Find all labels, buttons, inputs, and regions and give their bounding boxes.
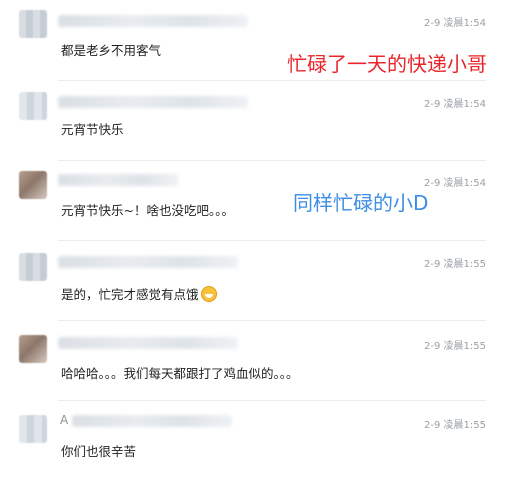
comment-item: 2-9 凌晨1:54 元宵节快乐~！啥也没吃吧。。。 — [0, 161, 512, 240]
comment-time: 2-9 凌晨1:54 — [424, 99, 486, 110]
username-initial[interactable]: A — [60, 413, 68, 427]
comment-text: 你们也很辛苦 — [61, 444, 137, 459]
comment-text-content: 是的，忙完才感觉有点饿 — [61, 287, 199, 302]
comment-text: 是的，忙完才感觉有点饿 — [61, 284, 217, 303]
comment-item: A 2-9 凌晨1:55 你们也很辛苦 — [0, 401, 512, 480]
username-blurred[interactable] — [58, 96, 248, 108]
annotation-red: 忙碌了一天的快递小哥 — [287, 52, 487, 76]
avatar[interactable] — [19, 335, 47, 363]
comment-time: 2-9 凌晨1:54 — [424, 18, 486, 29]
avatar[interactable] — [19, 92, 47, 120]
comment-time: 2-9 凌晨1:54 — [424, 178, 486, 189]
username-blurred[interactable] — [72, 415, 232, 427]
avatar[interactable] — [19, 415, 47, 443]
username-blurred[interactable] — [58, 174, 178, 186]
comment-text: 都是老乡不用客气 — [61, 43, 162, 58]
username-blurred[interactable] — [58, 256, 238, 268]
avatar[interactable] — [19, 10, 47, 38]
annotation-blue: 同样忙碌的小D — [293, 191, 429, 215]
username-blurred[interactable] — [58, 337, 238, 349]
comment-item: 2-9 凌晨1:55 是的，忙完才感觉有点饿 — [0, 241, 512, 320]
comment-text: 元宵节快乐 — [61, 122, 124, 137]
comment-item: 2-9 凌晨1:54 元宵节快乐 — [0, 81, 512, 160]
username-blurred[interactable] — [58, 15, 248, 27]
comment-text: 元宵节快乐~！啥也没吃吧。。。 — [61, 203, 234, 218]
comment-time: 2-9 凌晨1:55 — [424, 259, 486, 270]
laughing-crying-emoji-icon — [200, 286, 217, 302]
comment-time: 2-9 凌晨1:55 — [424, 420, 486, 431]
comment-text: 哈哈哈。。。我们每天都跟打了鸡血似的。。。 — [61, 366, 299, 381]
avatar[interactable] — [19, 253, 47, 281]
comment-time: 2-9 凌晨1:55 — [424, 341, 486, 352]
comment-item: 2-9 凌晨1:55 哈哈哈。。。我们每天都跟打了鸡血似的。。。 — [0, 321, 512, 400]
avatar[interactable] — [19, 171, 47, 199]
